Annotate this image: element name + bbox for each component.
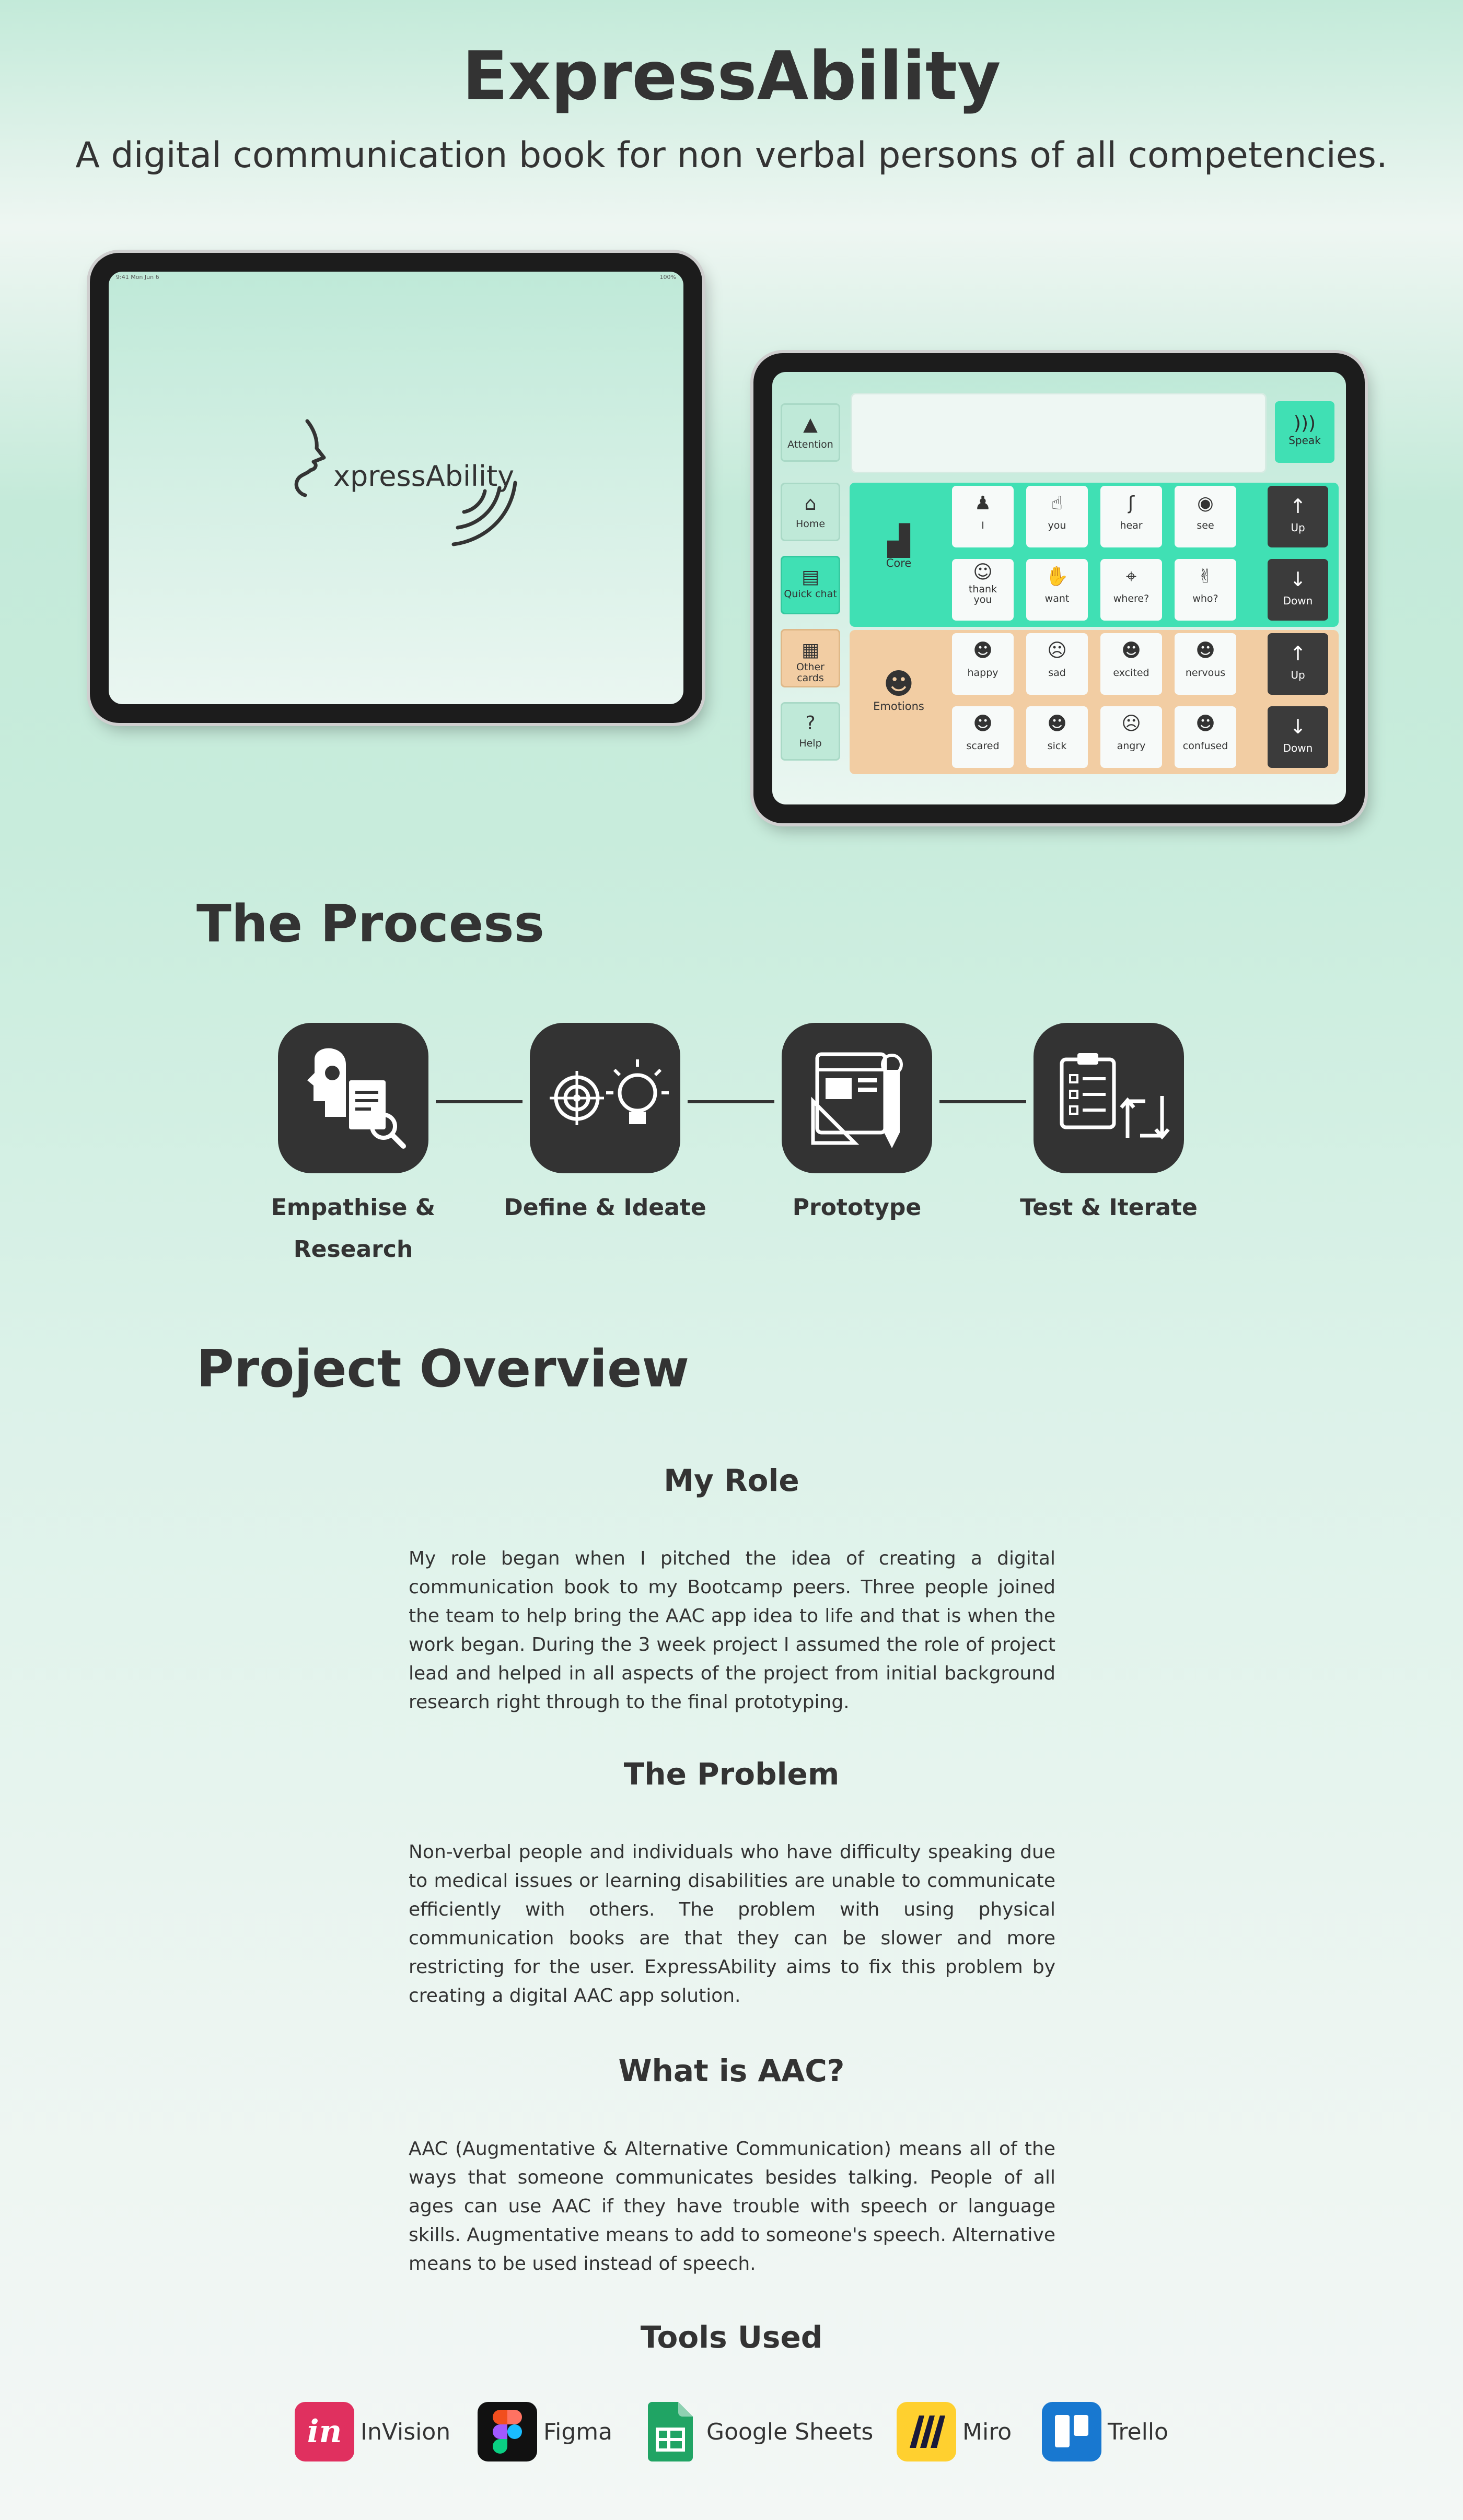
tablet-app: ▲ Attention ⌂ Home ▤ Quick chat ▦ Other …: [753, 353, 1365, 823]
card-angry[interactable]: ☹ angry: [1100, 706, 1162, 768]
overview-heading: Project Overview: [196, 1339, 690, 1399]
tool-invision: in InVision: [295, 2401, 450, 2463]
status-battery: 100%: [659, 274, 676, 281]
sound-waves-icon: [451, 481, 517, 546]
eye-icon: ◉: [1197, 493, 1214, 514]
core-panel: ▟ Core ♟ I ☝ you ʃ hear ◉ see ☺ thank you ✋ wa…: [850, 483, 1339, 627]
page-title: ExpressAbility: [462, 38, 1001, 115]
arrow-down-icon: ↓: [1290, 568, 1306, 591]
tool-miro: Miro: [897, 2401, 1012, 2463]
excited-face-icon: ☻: [1121, 640, 1141, 661]
step-label-define-ideate: Define & Ideate: [504, 1194, 706, 1221]
prototype-icon: [782, 1023, 932, 1173]
problem-heading: The Problem: [623, 1756, 840, 1792]
status-time: 9:41 Mon Jun 6: [116, 274, 159, 281]
aac-heading: What is AAC?: [618, 2053, 845, 2089]
app-screen: ▲ Attention ⌂ Home ▤ Quick chat ▦ Other …: [772, 372, 1346, 804]
faces-icon: ☻: [883, 667, 914, 701]
define-ideate-icon: [530, 1023, 680, 1173]
core-up-button[interactable]: ↑ Up: [1268, 486, 1328, 547]
my-role-text: My role began when I pitched the idea of…: [409, 1548, 1055, 1713]
tools-heading: Tools Used: [640, 2319, 823, 2355]
card-i[interactable]: ♟ I: [952, 486, 1014, 547]
nervous-face-icon: ☻: [1195, 640, 1215, 661]
problem-text: Non-verbal people and individuals who ha…: [409, 1841, 1055, 2006]
test-iterate-icon: [1034, 1023, 1184, 1173]
sad-face-icon: ☹: [1047, 640, 1067, 661]
emotions-up-button[interactable]: ↑ Up: [1268, 633, 1328, 695]
pointing-person-icon: ☝: [1051, 493, 1063, 514]
tablet-splash: 9:41 Mon Jun 6 100% xpressAbility: [90, 253, 702, 723]
ear-icon: ʃ: [1128, 493, 1135, 514]
card-scared[interactable]: ☻ scared: [952, 706, 1014, 768]
aac-text: AAC (Augmentative & Alternative Communic…: [409, 2138, 1055, 2274]
page-subtitle: A digital communication book for non ver…: [75, 135, 1388, 176]
process-connector: [939, 1100, 1026, 1103]
help-button[interactable]: ? Help: [781, 702, 840, 761]
card-sick[interactable]: ☻ sick: [1026, 706, 1088, 768]
scared-face-icon: ☻: [973, 713, 993, 734]
blocks-icon: ▟: [887, 524, 910, 558]
step-label-empathise-research: Empathise & Research: [271, 1194, 436, 1263]
step-label-prototype: Prototype: [792, 1194, 922, 1221]
card-thank-you[interactable]: ☺ thank you: [952, 559, 1014, 621]
home-icon: ⌂: [804, 493, 817, 515]
process-heading: The Process: [196, 894, 544, 954]
quick-chat-button[interactable]: ▤ Quick chat: [781, 556, 840, 614]
card-happy[interactable]: ☻ happy: [952, 633, 1014, 695]
my-role-heading: My Role: [664, 1463, 799, 1498]
location-pin-icon: ⌖: [1125, 566, 1137, 587]
card-you[interactable]: ☝ you: [1026, 486, 1088, 547]
other-cards-button[interactable]: ▦ Other cards: [781, 629, 840, 687]
core-down-button[interactable]: ↓ Down: [1268, 559, 1328, 621]
card-who[interactable]: ✌ who?: [1175, 559, 1236, 621]
tool-figma: Figma: [478, 2401, 612, 2463]
arrow-up-icon: ↑: [1290, 495, 1306, 518]
sick-face-icon: ☻: [1047, 713, 1067, 734]
google-sheets-logo-icon: [648, 2402, 693, 2461]
tool-google-sheets: Google Sheets: [648, 2401, 873, 2463]
trello-logo-icon: [1042, 2402, 1101, 2461]
card-see[interactable]: ◉ see: [1175, 486, 1236, 547]
empathise-research-icon: [278, 1023, 428, 1173]
speaking-head-icon: ☺: [973, 562, 993, 583]
figma-logo-icon: [478, 2402, 537, 2461]
chat-icon: ▤: [801, 566, 819, 588]
warning-icon: ▲: [803, 414, 818, 435]
emotions-panel: ☻ Emotions ☻ happy ☹ sad ☻ excited ☻ nervous…: [850, 630, 1339, 774]
help-icon: ?: [805, 713, 816, 734]
cards-icon: ▦: [801, 639, 819, 661]
card-excited[interactable]: ☻ excited: [1100, 633, 1162, 695]
arrow-down-icon: ↓: [1290, 715, 1306, 738]
confused-face-icon: ☻: [1195, 713, 1215, 734]
arrow-up-icon: ↑: [1290, 642, 1306, 665]
process-connector: [688, 1100, 774, 1103]
card-hear[interactable]: ʃ hear: [1100, 486, 1162, 547]
home-button[interactable]: ⌂ Home: [781, 483, 840, 541]
process-connector: [436, 1100, 522, 1103]
hand-question-icon: ✌: [1197, 566, 1214, 587]
step-label-test-iterate: Test & Iterate: [1020, 1194, 1198, 1221]
splash-screen: 9:41 Mon Jun 6 100% xpressAbility: [109, 272, 683, 704]
speak-button[interactable]: ))) Speak: [1275, 401, 1334, 463]
emotions-label: ☻ Emotions: [862, 669, 935, 713]
card-where[interactable]: ⌖ where?: [1100, 559, 1162, 621]
emotions-down-button[interactable]: ↓ Down: [1268, 706, 1328, 768]
card-sad[interactable]: ☹ sad: [1026, 633, 1088, 695]
person-icon: ♟: [974, 493, 992, 514]
happy-face-icon: ☻: [973, 640, 993, 661]
card-nervous[interactable]: ☻ nervous: [1175, 633, 1236, 695]
angry-face-icon: ☹: [1121, 713, 1141, 734]
card-confused[interactable]: ☻ confused: [1175, 706, 1236, 768]
invision-logo-icon: in: [295, 2402, 354, 2461]
core-label: ▟ Core: [862, 524, 935, 570]
miro-logo-icon: [897, 2402, 956, 2461]
attention-button[interactable]: ▲ Attention: [781, 403, 840, 462]
card-want[interactable]: ✋ want: [1026, 559, 1088, 621]
reach-hand-icon: ✋: [1045, 566, 1069, 587]
message-bar[interactable]: [851, 393, 1267, 473]
speaker-waves-icon: ))): [1293, 413, 1316, 434]
tool-trello: Trello: [1042, 2401, 1168, 2463]
